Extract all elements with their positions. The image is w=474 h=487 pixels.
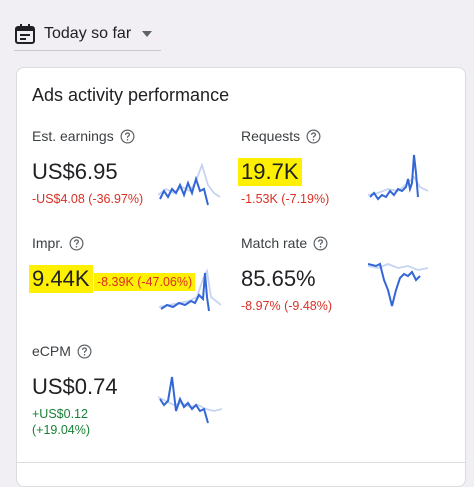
metric-label: eCPM (32, 343, 71, 359)
chevron-down-icon (142, 31, 153, 37)
help-icon[interactable] (77, 344, 92, 359)
metric-change-line-2: (+19.04%) (32, 423, 91, 437)
metric-ecpm: eCPM US$0.74 +US$0.12 (+19.04%) (32, 343, 118, 437)
metric-value: US$0.74 (32, 374, 118, 399)
metric-label: Est. earnings (32, 128, 114, 144)
metric-label: Requests (241, 128, 301, 144)
metric-value: 85.65% (241, 266, 316, 291)
metric-change: -1.53K (-7.19%) (241, 192, 330, 206)
help-icon[interactable] (120, 129, 135, 144)
metric-value: 19.7K (238, 158, 302, 186)
calendar-icon (15, 24, 35, 44)
metric-value: US$6.95 (32, 159, 118, 184)
metric-change: -8.97% (-9.48%) (241, 299, 333, 313)
date-range-selector[interactable]: Today so far (14, 18, 162, 51)
card-divider (17, 462, 465, 463)
sparkline-requests (368, 154, 428, 201)
metric-est-earnings: Est. earnings US$6.95 -US$4.08 (-36.97%) (32, 128, 143, 206)
help-icon[interactable] (313, 236, 328, 251)
card-title: Ads activity performance (32, 85, 230, 105)
ads-activity-performance-card: Ads activity performance Est. earnings U… (16, 67, 466, 487)
metric-label: Impr. (32, 235, 64, 251)
metric-requests: Requests 19.7K -1.53K (-7.19%) (238, 128, 330, 206)
sparkline-ecpm (158, 376, 222, 424)
help-icon[interactable] (69, 236, 84, 251)
help-icon[interactable] (306, 129, 321, 144)
metric-change-line-1: +US$0.12 (32, 407, 88, 421)
metric-value: 9.44K (29, 265, 93, 293)
sparkline-est-earnings (158, 163, 220, 206)
metric-match-rate: Match rate 85.65% -8.97% (-9.48%) (241, 235, 332, 313)
metric-change: -US$4.08 (-36.97%) (32, 192, 144, 206)
sparkline-match-rate (368, 262, 428, 307)
metric-label: Match rate (241, 235, 308, 251)
date-range-label: Today so far (44, 25, 132, 42)
sparkline-impr (159, 268, 221, 312)
